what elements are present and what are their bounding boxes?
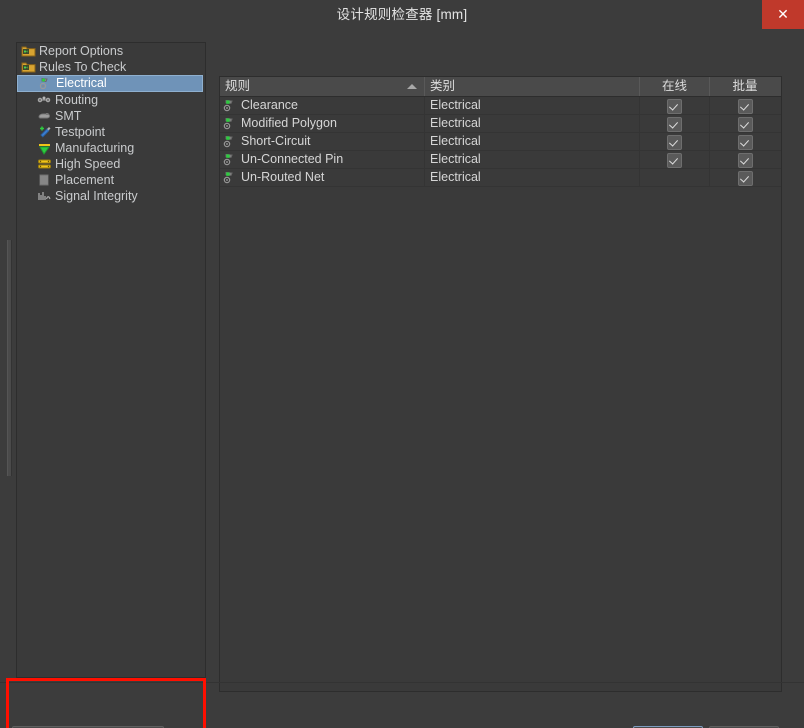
electrical-icon: [38, 76, 53, 90]
cell-online: [640, 151, 710, 168]
sidebar-item-label: SMT: [55, 109, 82, 123]
cell-online: [640, 133, 710, 150]
sidebar-item-label: Signal Integrity: [55, 189, 138, 203]
placement-icon: [37, 173, 52, 187]
batch-checkbox[interactable]: [737, 153, 753, 168]
table-row[interactable]: Un-Routed Net Electrical: [220, 169, 781, 187]
batch-checkbox[interactable]: [737, 171, 753, 186]
cell-category: Electrical: [425, 133, 640, 150]
table-row[interactable]: Short-Circuit Electrical: [220, 133, 781, 151]
rules-table-panel[interactable]: 规则 类别 在线 批量 Clearance Electrical Modified …: [219, 76, 782, 692]
batch-checkbox[interactable]: [737, 99, 753, 114]
cell-online: [640, 169, 710, 186]
routing-icon: [37, 93, 52, 107]
cell-rule-label: Clearance: [241, 98, 298, 112]
cell-category: Electrical: [425, 97, 640, 114]
cell-rule: Un-Connected Pin: [220, 151, 425, 168]
sidebar-item-label: Testpoint: [55, 125, 106, 139]
sidebar-item-label: Electrical: [56, 76, 107, 90]
sidebar-item-smt[interactable]: SMT: [17, 108, 205, 124]
batch-checkbox[interactable]: [737, 135, 753, 150]
online-checkbox[interactable]: [667, 153, 682, 168]
sort-ascending-icon: [407, 84, 417, 89]
left-gutter: [0, 30, 16, 685]
table-row[interactable]: Modified Polygon Electrical: [220, 115, 781, 133]
cell-batch: [710, 115, 780, 132]
annotation-highlight-rectangle: [6, 678, 206, 728]
column-header-rule-label: 规则: [225, 79, 251, 93]
sidebar-item-label: Rules To Check: [39, 60, 127, 74]
panel-splitter-handle[interactable]: [7, 240, 12, 476]
dialog-body: Report Options Rules To Check Electrical Ro…: [0, 30, 804, 728]
smt-icon: [37, 109, 52, 123]
window-title: 设计规则检查器 [mm]: [336, 7, 468, 22]
cell-rule-label: Short-Circuit: [241, 134, 311, 148]
title-bar: 设计规则检查器 [mm] ✕: [0, 0, 804, 31]
sidebar-item-manufacturing[interactable]: Manufacturing: [17, 140, 205, 156]
sidebar-item-placement[interactable]: Placement: [17, 172, 205, 188]
signal-integrity-icon: [37, 189, 52, 203]
column-header-batch[interactable]: 批量: [710, 77, 780, 96]
online-checkbox[interactable]: [667, 117, 682, 132]
high-speed-icon: [37, 157, 52, 171]
rules-tree-panel[interactable]: Report Options Rules To Check Electrical Ro…: [16, 42, 206, 678]
cell-rule-label: Un-Connected Pin: [241, 152, 344, 166]
testpoint-icon: [37, 125, 52, 139]
sidebar-item-testpoint[interactable]: Testpoint: [17, 124, 205, 140]
sidebar-item-rules-to-check[interactable]: Rules To Check: [17, 59, 205, 75]
sidebar-item-label: Placement: [55, 173, 115, 187]
sidebar-item-label: Manufacturing: [55, 141, 135, 155]
cell-rule: Modified Polygon: [220, 115, 425, 132]
sidebar-item-signal-integrity[interactable]: Signal Integrity: [17, 188, 205, 204]
cell-online: [640, 115, 710, 132]
manufacturing-icon: [37, 141, 52, 155]
sidebar-item-label: Routing: [55, 93, 99, 107]
sidebar-item-routing[interactable]: Routing: [17, 92, 205, 108]
cell-category: Electrical: [425, 115, 640, 132]
table-row[interactable]: Clearance Electrical: [220, 97, 781, 115]
cell-rule-label: Un-Routed Net: [241, 170, 325, 184]
folder-options-icon: [21, 44, 36, 58]
cell-category: Electrical: [425, 169, 640, 186]
sidebar-item-label: High Speed: [55, 157, 121, 171]
table-row[interactable]: Un-Connected Pin Electrical: [220, 151, 781, 169]
cell-rule-label: Modified Polygon: [241, 116, 337, 130]
drc-rule-icon: [223, 98, 237, 112]
table-header-row: 规则 类别 在线 批量: [220, 77, 781, 97]
footer-divider: [0, 682, 804, 683]
close-button[interactable]: ✕: [762, 0, 804, 29]
cell-rule: Short-Circuit: [220, 133, 425, 150]
online-checkbox[interactable]: [667, 135, 682, 150]
drc-rule-icon: [223, 134, 237, 148]
cell-category: Electrical: [425, 151, 640, 168]
folder-rules-icon: [21, 60, 36, 74]
sidebar-item-electrical[interactable]: Electrical: [17, 75, 203, 92]
online-checkbox[interactable]: [667, 99, 682, 114]
sidebar-item-report-options[interactable]: Report Options: [17, 43, 205, 59]
column-header-rule[interactable]: 规则: [220, 77, 425, 96]
cell-rule: Clearance: [220, 97, 425, 114]
sidebar-item-label: Report Options: [39, 44, 124, 58]
drc-rule-icon: [223, 116, 237, 130]
column-header-online[interactable]: 在线: [640, 77, 710, 96]
cell-rule: Un-Routed Net: [220, 169, 425, 186]
cell-batch: [710, 151, 780, 168]
drc-rule-icon: [223, 170, 237, 184]
cell-batch: [710, 97, 780, 114]
sidebar-item-high-speed[interactable]: High Speed: [17, 156, 205, 172]
drc-dialog: 设计规则检查器 [mm] ✕ Report Options Rules To Ch…: [0, 0, 804, 728]
batch-checkbox[interactable]: [737, 117, 753, 132]
cell-batch: [710, 169, 780, 186]
drc-rule-icon: [223, 152, 237, 166]
column-header-category[interactable]: 类别: [425, 77, 640, 96]
cell-batch: [710, 133, 780, 150]
cell-online: [640, 97, 710, 114]
